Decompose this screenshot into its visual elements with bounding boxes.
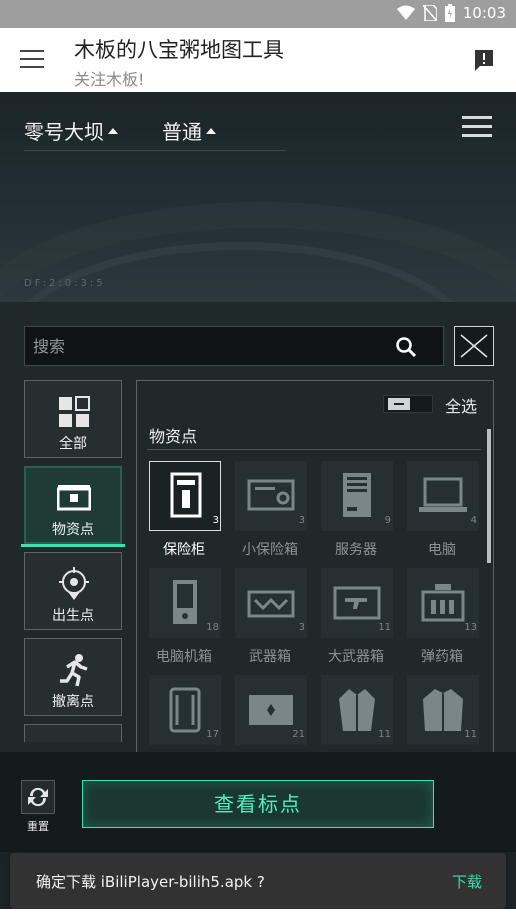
category-label: 全部 <box>59 436 87 452</box>
item-label: 小保险箱 <box>242 542 298 558</box>
item-count: 18 <box>206 622 219 633</box>
item-count: 17 <box>206 729 219 740</box>
item-crate[interactable]: 21 <box>231 675 309 752</box>
ammo-box-icon <box>421 584 465 622</box>
battery-icon <box>444 4 455 22</box>
category-spawn[interactable]: 出生点 <box>24 552 122 630</box>
reset-button[interactable]: 重置 <box>20 780 56 833</box>
category-extract[interactable]: 撤离点 <box>24 638 122 716</box>
chest-icon <box>57 485 91 511</box>
item-large-weapon-box[interactable]: 11 大武器箱 <box>317 568 395 668</box>
item-weapon-box[interactable]: 3 武器箱 <box>231 568 309 668</box>
items-panel: 全选 物资点 3 保险柜 3 小保险箱 9 服务器 4 电脑 18 电脑机箱 3… <box>136 380 494 752</box>
status-bar: 10:03 <box>0 0 516 28</box>
view-markers-button[interactable]: 查看标点 <box>82 780 434 828</box>
item-count: 3 <box>298 515 305 526</box>
item-count: 21 <box>292 729 305 740</box>
search-input[interactable] <box>33 335 383 357</box>
map-header: DF:2:0:3:5 零号大坝 普通 <box>0 92 516 302</box>
item-label: 武器箱 <box>249 649 291 665</box>
laptop-icon <box>419 477 467 512</box>
item-jacket[interactable]: 11 <box>403 675 481 752</box>
item-coat[interactable]: 11 <box>317 675 395 752</box>
location-pin-icon <box>59 567 89 600</box>
item-server[interactable]: 9 服务器 <box>317 461 395 561</box>
download-button[interactable]: 下载 <box>452 871 482 892</box>
item-count: 11 <box>464 729 477 740</box>
download-snackbar: 确定下载 iBiliPlayer-bilih5.apk ? 下载 <box>10 853 506 909</box>
category-label: 撤离点 <box>52 694 94 710</box>
section-title: 物资点 <box>149 427 198 446</box>
scrollbar[interactable] <box>487 429 491 563</box>
server-icon <box>343 473 371 517</box>
map-dropdown[interactable]: 零号大坝 <box>24 116 118 145</box>
item-label: 大武器箱 <box>328 649 384 665</box>
item-computer[interactable]: 4 电脑 <box>403 461 481 561</box>
item-label: 保险柜 <box>163 542 205 558</box>
bottom-action-bar: 重置 查看标点 <box>0 752 516 852</box>
category-more[interactable] <box>24 724 122 742</box>
search-box <box>24 326 444 366</box>
item-cabinet[interactable]: 17 <box>145 675 223 752</box>
item-count: 11 <box>378 622 391 633</box>
item-count: 3 <box>212 515 219 526</box>
item-label: 弹药箱 <box>421 649 463 665</box>
snackbar-message: 确定下载 iBiliPlayer-bilih5.apk ? <box>36 873 265 891</box>
item-count: 13 <box>464 622 477 633</box>
item-label: 电脑机箱 <box>156 649 212 665</box>
app-subtitle: 关注木板! <box>74 70 145 89</box>
item-count: 9 <box>384 515 391 526</box>
grid-icon <box>59 396 90 427</box>
item-count: 11 <box>378 729 391 740</box>
app-bar: 木板的八宝粥地图工具 关注木板! <box>0 28 516 92</box>
map-code: DF:2:0:3:5 <box>24 278 106 289</box>
divider <box>147 449 481 450</box>
no-sim-icon <box>422 5 437 21</box>
item-count: 3 <box>298 622 305 633</box>
caret-up-icon <box>108 127 118 134</box>
category-label: 物资点 <box>52 522 94 538</box>
select-all-toggle[interactable] <box>383 395 433 413</box>
clock: 10:03 <box>462 4 506 22</box>
category-list: 全部 物资点 出生点 撤离点 <box>20 378 128 742</box>
wifi-icon <box>396 5 415 20</box>
cabinet-icon <box>169 687 201 733</box>
pc-case-icon <box>173 580 197 624</box>
item-safe[interactable]: 3 保险柜 <box>145 461 223 561</box>
item-ammo-box[interactable]: 13 弹药箱 <box>403 568 481 668</box>
page-bottom <box>0 909 516 917</box>
category-supplies[interactable]: 物资点 <box>21 466 125 547</box>
category-all[interactable]: 全部 <box>24 380 122 458</box>
reset-label: 重置 <box>27 820 49 833</box>
search-icon[interactable] <box>395 336 417 358</box>
coat-icon <box>339 689 375 731</box>
gun-crate-icon <box>333 586 381 620</box>
divider <box>24 150 286 151</box>
reset-icon <box>28 787 48 807</box>
close-button[interactable] <box>454 326 494 366</box>
mode-dropdown[interactable]: 普通 <box>162 116 216 145</box>
select-all-label: 全选 <box>445 397 478 416</box>
list-icon[interactable] <box>462 116 492 138</box>
menu-icon[interactable] <box>20 50 44 70</box>
item-label: 服务器 <box>335 542 377 558</box>
weapon-box-icon <box>247 590 295 618</box>
safe-icon <box>170 472 202 518</box>
close-icon <box>460 334 488 358</box>
running-man-icon <box>60 654 88 687</box>
mode-dropdown-label: 普通 <box>162 120 202 144</box>
item-small-safe[interactable]: 3 小保险箱 <box>231 461 309 561</box>
category-label: 出生点 <box>52 608 94 624</box>
item-count: 4 <box>470 515 477 526</box>
crate-icon <box>249 695 293 725</box>
item-pc-case[interactable]: 18 电脑机箱 <box>145 568 223 668</box>
map-dropdown-label: 零号大坝 <box>24 120 104 144</box>
small-safe-icon <box>247 479 295 511</box>
feedback-icon[interactable] <box>472 48 496 72</box>
jacket-icon <box>423 689 463 731</box>
item-label: 电脑 <box>428 542 456 558</box>
app-title: 木板的八宝粥地图工具 <box>74 38 284 62</box>
caret-up-icon <box>206 127 216 134</box>
filter-panel: 全部 物资点 出生点 撤离点 全选 物资点 3 保险柜 <box>0 302 516 752</box>
